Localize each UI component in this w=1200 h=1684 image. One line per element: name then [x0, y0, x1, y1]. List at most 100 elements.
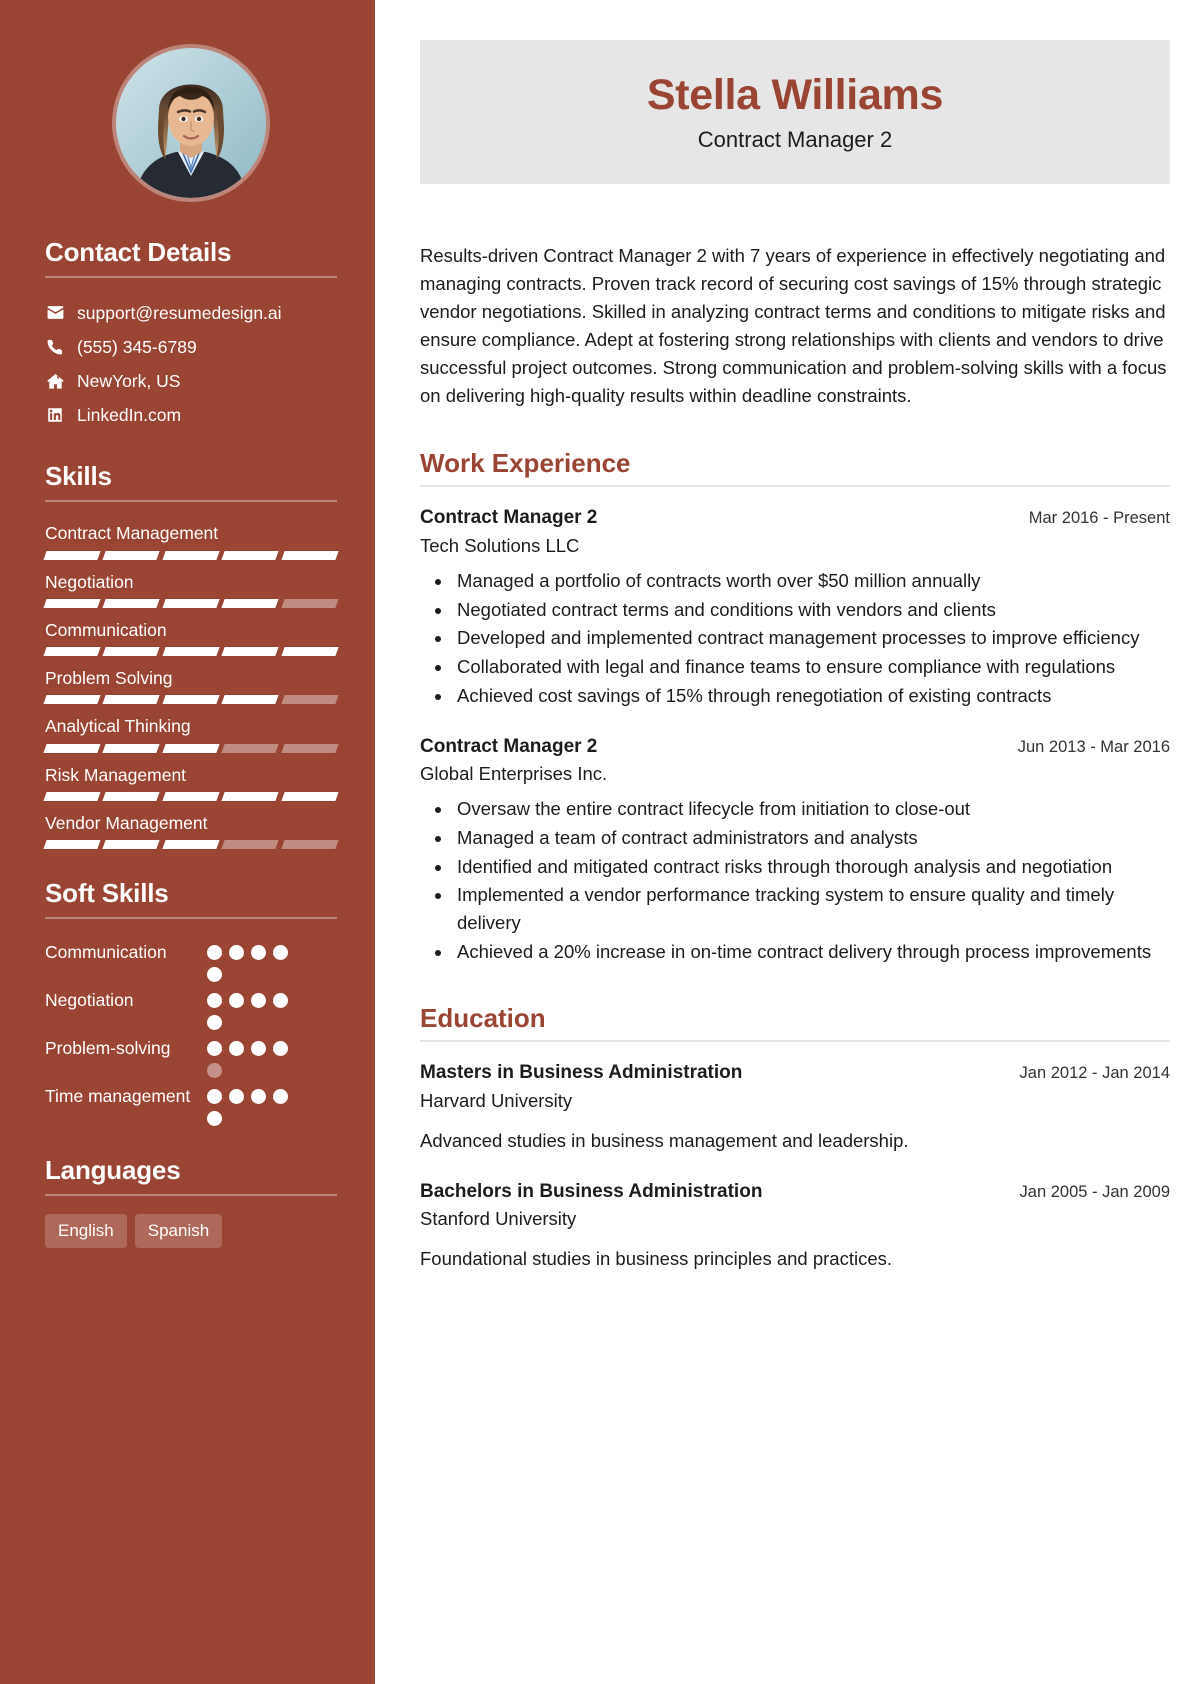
avatar	[116, 48, 266, 198]
skill-item: Contract Management	[43, 520, 339, 560]
soft-skill-label: Negotiation	[45, 989, 134, 1010]
skill-label: Vendor Management	[45, 812, 208, 833]
skill-level-bar	[43, 647, 339, 657]
soft-skill-rating	[207, 1081, 307, 1126]
soft-skill-label: Communication	[45, 941, 167, 962]
school-name: Stanford University	[420, 1208, 577, 1230]
divider	[420, 1040, 1170, 1043]
avatar-container	[45, 48, 337, 198]
skill-bar-segment	[43, 647, 102, 657]
work-experience-title: Work Experience	[420, 447, 631, 478]
contact-item-email[interactable]: support@resumedesign.ai	[45, 296, 337, 330]
languages-section: Languages English Spanish	[45, 1155, 337, 1248]
education-section: Education Masters in Business Administra…	[420, 1003, 1170, 1273]
contact-item-location[interactable]: NewYork, US	[45, 364, 337, 398]
main-content: Stella Williams Contract Manager 2 Resul…	[375, 0, 1200, 1684]
soft-skill-label: Problem-solving	[45, 1037, 171, 1058]
soft-skills-list: Communication Negotiation Problem-solving T…	[45, 937, 337, 1126]
skill-bar-segment	[43, 791, 102, 801]
soft-skill-row: Problem-solving	[45, 1033, 337, 1078]
soft-skills-section: Soft Skills Communication Negotiation Prob…	[45, 878, 337, 1126]
work-experience-list: Contract Manager 2 Mar 2016 - Present Tech…	[420, 505, 1170, 965]
company-name: Tech Solutions LLC	[420, 535, 580, 557]
linkedin-icon	[45, 406, 65, 424]
entry-header: Bachelors in Business Administration Jan …	[420, 1179, 1170, 1205]
skill-bar-segment	[280, 695, 339, 705]
degree-name: Bachelors in Business Administration	[420, 1180, 763, 1202]
language-tag[interactable]: Spanish	[134, 1213, 223, 1248]
soft-skill-row: Time management	[45, 1081, 337, 1126]
list-item: Developed and implemented contract manag…	[453, 624, 1170, 652]
rating-dot	[229, 944, 244, 960]
contact-item-phone[interactable]: (555) 345-6789	[45, 330, 337, 364]
entry-header: Contract Manager 2 Mar 2016 - Present	[420, 505, 1170, 531]
skill-level-bar	[43, 791, 339, 801]
skill-bar-segment	[221, 647, 280, 657]
skill-bar-segment	[280, 598, 339, 608]
list-item: Negotiated contract terms and conditions…	[453, 596, 1170, 624]
language-tag-list: English Spanish	[45, 1213, 337, 1248]
skill-bar-segment	[162, 840, 220, 850]
education-description: Advanced studies in business management …	[420, 1129, 909, 1151]
contact-value-phone: (555) 345-6789	[77, 337, 197, 358]
home-icon	[45, 372, 65, 391]
skill-label: Negotiation	[45, 571, 134, 592]
contact-details-title: Contact Details	[45, 237, 232, 267]
rating-dot	[229, 992, 244, 1008]
rating-dot	[229, 1088, 244, 1104]
entry-header: Contract Manager 2 Jun 2013 - Mar 2016	[420, 734, 1170, 760]
skill-item: Communication	[43, 617, 339, 657]
rating-dot	[207, 1110, 222, 1126]
skill-bar-segment	[102, 647, 161, 657]
skill-bar-segment	[102, 598, 161, 608]
job-date-range: Mar 2016 - Present	[1028, 509, 1170, 528]
envelope-icon	[45, 303, 65, 322]
rating-dot	[273, 1040, 288, 1056]
rating-dot	[251, 992, 266, 1008]
skill-item: Problem Solving	[43, 665, 339, 705]
skills-section: Skills Contract Management Negotiation Com…	[43, 461, 339, 850]
skill-level-bar	[43, 598, 339, 608]
skill-bar-segment	[221, 791, 280, 801]
work-experience-section: Work Experience Contract Manager 2 Mar 20…	[420, 447, 1170, 966]
responsibility-list: Managed a portfolio of contracts worth o…	[420, 567, 1170, 710]
language-tag[interactable]: English	[45, 1213, 127, 1248]
contact-value-linkedin: LinkedIn.com	[77, 405, 182, 426]
education-description: Foundational studies in business princip…	[420, 1247, 893, 1269]
list-item: Identified and mitigated contract risks …	[453, 853, 1170, 881]
divider	[45, 1193, 337, 1196]
skills-list: Contract Management Negotiation Communicat…	[43, 520, 339, 850]
skill-bar-segment	[280, 840, 339, 850]
education-date-range: Jan 2005 - Jan 2009	[1019, 1182, 1170, 1201]
education-date-range: Jan 2012 - Jan 2014	[1019, 1064, 1170, 1083]
skill-label: Analytical Thinking	[45, 716, 191, 737]
skill-bar-segment	[43, 695, 102, 705]
rating-dot	[207, 992, 222, 1008]
list-item: Managed a portfolio of contracts worth o…	[453, 567, 1170, 595]
skill-bar-segment	[280, 743, 339, 753]
skill-level-bar	[43, 550, 339, 560]
skill-item: Negotiation	[43, 569, 339, 608]
list-item: Oversaw the entire contract lifecycle fr…	[453, 795, 1170, 823]
skill-bar-segment	[162, 695, 220, 705]
list-item: Implemented a vendor performance trackin…	[453, 881, 1170, 937]
soft-skill-rating	[207, 1033, 307, 1078]
page-title: Stella Williams	[646, 71, 944, 119]
contact-value-email: support@resumedesign.ai	[77, 302, 282, 323]
skill-bar-segment	[162, 598, 220, 608]
divider	[45, 500, 337, 503]
rating-dot	[273, 944, 288, 960]
skill-bar-segment	[43, 550, 102, 560]
soft-skill-rating	[207, 937, 307, 982]
skill-level-bar	[43, 695, 339, 705]
skill-bar-segment	[102, 840, 161, 850]
contact-item-linkedin[interactable]: LinkedIn.com	[45, 398, 337, 432]
rating-dot	[273, 1088, 288, 1104]
profile-photo-icon	[116, 48, 266, 198]
soft-skill-rating	[207, 985, 307, 1030]
rating-dot	[251, 1088, 266, 1104]
skill-bar-segment	[102, 695, 161, 705]
skill-bar-segment	[102, 743, 161, 753]
contact-list: support@resumedesign.ai (555) 345-6789 N…	[45, 296, 337, 433]
skill-bar-segment	[162, 743, 220, 753]
